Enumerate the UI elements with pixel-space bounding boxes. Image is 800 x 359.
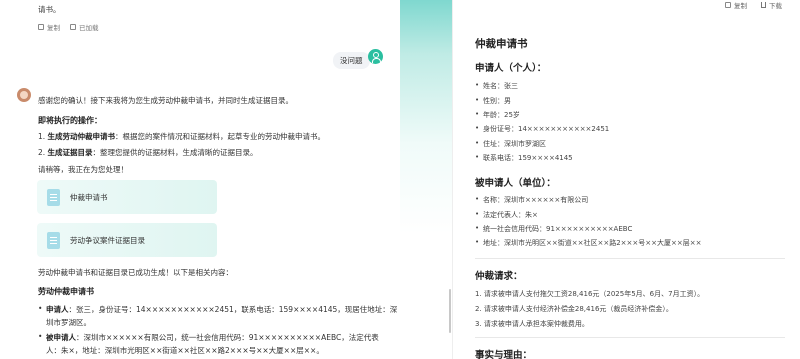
step-2-title: 生成证据目录 — [47, 148, 93, 157]
applicant-item: 性别：男 — [475, 96, 511, 106]
respondent-heading: 被申请人（单位）： — [475, 178, 556, 189]
step-1: 1. 生成劳动仲裁申请书：根据您的案件情况和证据材料，起草专业的劳动仲裁申请书。 — [38, 131, 325, 142]
arbitration-application-card[interactable]: 仲裁申请书 — [37, 180, 217, 214]
doc-copy-button[interactable]: 复制 — [725, 0, 747, 10]
saved-icon — [70, 24, 76, 30]
step-2-desc: ：整理您提供的证据材料，生成清晰的证据目录。 — [92, 148, 258, 157]
evidence-list-card[interactable]: 劳动争议案件证据目录 — [37, 223, 217, 257]
respondent-text: ：深圳市××××××有限公司，统一社会信用代码：91××××××××××AEBC… — [76, 333, 379, 342]
copy-icon — [38, 24, 44, 30]
applicant-heading: 申请人（个人）： — [475, 63, 547, 74]
next-actions-heading: 即将执行的操作： — [38, 116, 102, 125]
respondent-label: 被申请人 — [46, 333, 76, 342]
applicant-item: 年龄：25岁 — [475, 110, 520, 120]
respondent-summary-line2: 人：朱×，地址：深圳市光明区××街道××社区××路2×××号××大厦××层××。 — [46, 346, 324, 355]
card-label: 仲裁申请书 — [70, 192, 108, 202]
app-root: 请书。 复制 已加载 没问题 感谢您的确认！接下来我将为您生成劳动仲裁申请书，并… — [0, 0, 800, 359]
assistant-intro: 感谢您的确认！接下来我将为您生成劳动仲裁申请书，并同时生成证据目录。 — [38, 96, 293, 105]
document-icon — [47, 231, 60, 249]
applicant-item: 联系电话：159××××4145 — [475, 153, 573, 163]
application-subheading: 劳动仲裁申请书 — [38, 287, 94, 296]
step-1-title: 生成劳动仲裁申请书 — [47, 132, 116, 141]
applicant-label: 申请人 — [46, 305, 69, 314]
doc-download-button[interactable]: 下载 — [761, 0, 782, 10]
copy-label: 复制 — [47, 24, 60, 32]
step-1-num: 1. — [38, 132, 46, 141]
applicant-item: 身份证号：14×××××××××××2451 — [475, 124, 609, 134]
doc-copy-label: 复制 — [734, 2, 747, 10]
section-divider — [475, 337, 785, 338]
generation-done-text: 劳动仲裁申请书和证据目录已成功生成！以下是相关内容： — [38, 268, 233, 277]
saved-label: 已加载 — [79, 24, 99, 32]
scroll-indicator[interactable] — [449, 289, 451, 333]
download-icon — [761, 2, 766, 8]
document-preview-pane[interactable]: 复制 下载 仲裁申请书 申请人（个人）： 姓名：张三 性别：男 年龄：25岁 身… — [452, 0, 800, 359]
claim-item: 2. 请求被申请人支付经济补偿金28,416元（裁员经济补偿金）。 — [475, 305, 673, 313]
applicant-summary-line2: 圳市罗湖区。 — [46, 318, 91, 327]
user-message-bubble: 没问题 — [333, 52, 370, 69]
claim-item: 3. 请求被申请人承担本案仲裁费用。 — [475, 320, 589, 328]
step-1-desc: ：根据您的案件情况和证据材料，起草专业的劳动仲裁申请书。 — [115, 132, 326, 141]
document-title: 仲裁申请书 — [475, 38, 528, 50]
doc-download-label: 下载 — [769, 2, 782, 10]
step-2: 2. 生成证据目录：整理您提供的证据材料，生成清晰的证据目录。 — [38, 147, 258, 158]
chat-pane[interactable]: 请书。 复制 已加载 没问题 感谢您的确认！接下来我将为您生成劳动仲裁申请书，并… — [0, 0, 400, 359]
step-2-num: 2. — [38, 148, 46, 157]
previous-message-tail: 请书。 — [38, 5, 61, 14]
document-icon — [47, 188, 60, 206]
document-toolbar: 复制 下载 — [725, 0, 782, 10]
applicant-summary-line1: 申请人：张三，身份证号：14×××××××××××2451，联系电话：159××… — [38, 304, 398, 315]
card-label: 劳动争议案件证据目录 — [70, 235, 145, 245]
assistant-avatar — [17, 88, 31, 102]
claims-heading: 仲裁请求： — [475, 271, 523, 282]
section-divider — [475, 258, 785, 259]
applicant-item: 住址：深圳市罗湖区 — [475, 139, 546, 149]
copy-icon — [725, 2, 731, 8]
facts-heading: 事实与理由： — [475, 350, 533, 359]
previous-message-actions: 复制 已加载 — [38, 22, 99, 32]
claim-item: 1. 请求被申请人支付拖欠工资28,416元（2025年5月、6月、7月工资）。 — [475, 290, 705, 298]
respondent-item: 名称：深圳市××××××有限公司 — [475, 195, 588, 205]
please-wait-text: 请稍等，我正在为您处理！ — [38, 165, 128, 174]
respondent-item: 法定代表人：朱× — [475, 210, 538, 220]
pane-divider — [400, 0, 452, 359]
respondent-summary-line1: 被申请人：深圳市××××××有限公司，统一社会信用代码：91××××××××××… — [38, 332, 379, 343]
applicant-text: ：张三，身份证号：14×××××××××××2451，联系电话：159××××4… — [68, 305, 398, 314]
respondent-item: 地址：深圳市光明区××街道××社区××路2×××号××大厦××层×× — [475, 238, 701, 248]
applicant-item: 姓名：张三 — [475, 81, 518, 91]
user-avatar-icon — [368, 49, 383, 64]
copy-action[interactable]: 复制 — [38, 22, 60, 32]
respondent-item: 统一社会信用代码：91××××××××××AEBC — [475, 224, 632, 234]
saved-action[interactable]: 已加载 — [70, 22, 99, 32]
